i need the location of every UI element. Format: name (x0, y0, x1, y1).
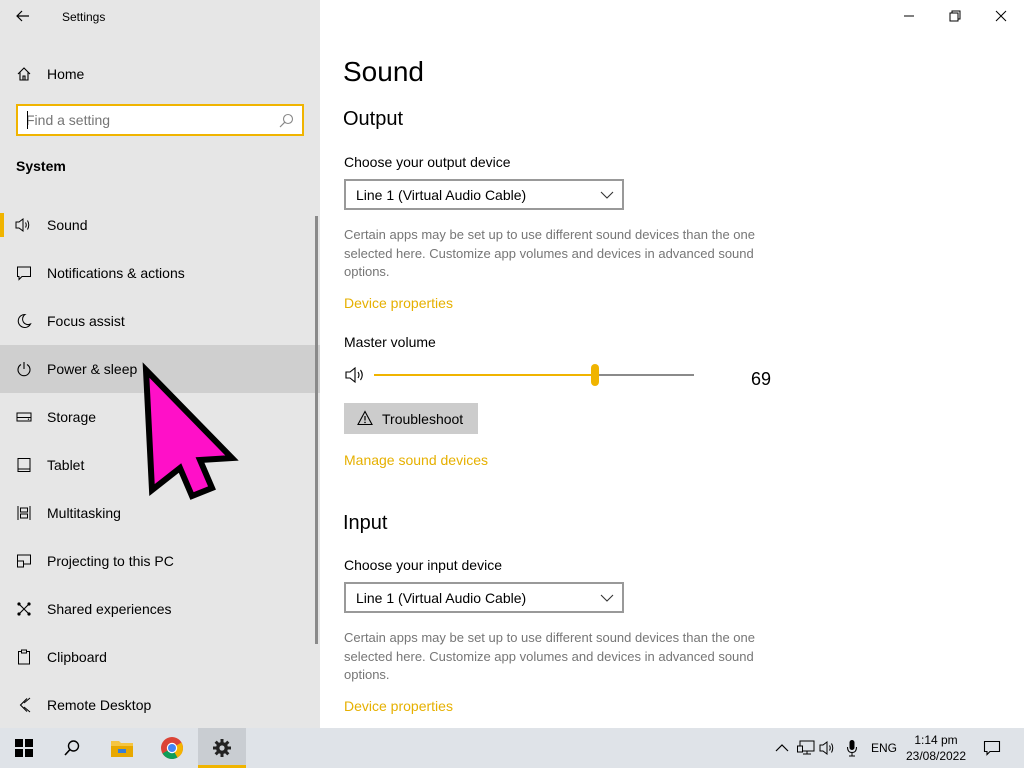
clock-time: 1:14 pm (914, 733, 958, 747)
speaker-icon (14, 215, 34, 235)
sidebar-item-label: Clipboard (47, 649, 107, 665)
gear-icon (213, 739, 231, 757)
section-title: System (16, 158, 66, 174)
sidebar-item-focus-assist[interactable]: Focus assist (0, 297, 320, 345)
folder-icon (111, 741, 133, 757)
sidebar-item-sound[interactable]: Sound (0, 201, 320, 249)
sidebar-item-remote-desktop[interactable]: Remote Desktop (0, 681, 320, 729)
input-device-label: Choose your input device (344, 557, 502, 573)
output-heading: Output (343, 108, 404, 130)
master-volume-label: Master volume (344, 334, 436, 350)
chrome-icon (161, 737, 183, 759)
sidebar-item-notifications[interactable]: Notifications & actions (0, 249, 320, 297)
chevron-down-icon (600, 191, 614, 199)
output-device-value: Line 1 (Virtual Audio Cable) (356, 187, 527, 203)
manage-sound-devices-link[interactable]: Manage sound devices (344, 452, 488, 468)
sidebar-item-label: Tablet (47, 457, 85, 473)
page-title: Sound (343, 56, 424, 87)
minimize-button[interactable] (886, 0, 932, 32)
windows-logo-icon (15, 739, 33, 757)
search-box[interactable] (16, 104, 304, 136)
sidebar-item-label: Notifications & actions (47, 265, 185, 281)
output-device-properties-link[interactable]: Device properties (344, 295, 453, 311)
chevron-up-icon[interactable] (772, 738, 792, 758)
remote-desktop-icon (14, 695, 34, 715)
clock[interactable]: 1:14 pm 23/08/2022 (896, 732, 976, 764)
troubleshoot-label: Troubleshoot (382, 411, 464, 427)
input-device-properties-link[interactable]: Device properties (344, 698, 453, 714)
input-description: Certain apps may be set up to use differ… (344, 630, 755, 682)
action-center-icon[interactable] (982, 738, 1002, 758)
multitasking-icon (14, 503, 34, 523)
volume-track-fill (374, 374, 595, 376)
sidebar-item-shared-experiences[interactable]: Shared experiences (0, 585, 320, 633)
notification-icon (14, 263, 34, 283)
search-icon (64, 740, 80, 756)
output-device-dropdown[interactable]: Line 1 (Virtual Audio Cable) (344, 179, 624, 210)
text-caret (27, 111, 28, 129)
projecting-icon (14, 551, 34, 571)
restore-button[interactable] (932, 0, 978, 32)
start-button[interactable] (0, 728, 48, 768)
back-button[interactable] (8, 3, 38, 29)
sidebar-item-projecting[interactable]: Projecting to this PC (0, 537, 320, 585)
search-input[interactable] (26, 111, 266, 129)
sidebar-item-label: Multitasking (47, 505, 121, 521)
tablet-icon (14, 455, 34, 475)
input-heading: Input (343, 512, 388, 534)
title-bar: Settings (0, 0, 320, 34)
volume-track-rest (595, 374, 694, 376)
close-icon (995, 10, 1007, 22)
taskbar-chrome[interactable] (148, 728, 196, 768)
selection-indicator (0, 213, 4, 237)
sidebar-item-label: Storage (47, 409, 97, 425)
input-device-value: Line 1 (Virtual Audio Cable) (356, 590, 527, 606)
moon-icon (14, 311, 34, 331)
taskbar-search-button[interactable] (48, 728, 96, 768)
microphone-icon[interactable] (842, 738, 862, 758)
sidebar-item-label: Shared experiences (47, 601, 172, 617)
output-device-label: Choose your output device (344, 154, 511, 170)
volume-icon[interactable] (818, 738, 838, 758)
taskbar-settings[interactable] (198, 728, 246, 768)
restore-icon (949, 10, 961, 22)
sidebar-item-clipboard[interactable]: Clipboard (0, 633, 320, 681)
taskbar: ENG 1:14 pm 23/08/2022 (0, 728, 1024, 768)
volume-slider-thumb[interactable] (591, 364, 599, 386)
taskbar-file-explorer[interactable] (98, 728, 146, 768)
master-volume-slider[interactable] (374, 364, 694, 386)
warning-icon (357, 410, 373, 426)
chevron-down-icon (600, 594, 614, 602)
sidebar-item-label: Sound (47, 217, 88, 233)
language-indicator[interactable]: ENG (871, 741, 897, 755)
clipboard-icon (14, 647, 34, 667)
input-device-dropdown[interactable]: Line 1 (Virtual Audio Cable) (344, 582, 624, 613)
power-icon (14, 359, 34, 379)
sidebar-item-label: Power & sleep (47, 361, 138, 377)
sidebar-item-label: Projecting to this PC (47, 553, 174, 569)
shared-icon (14, 599, 34, 619)
back-arrow-icon (16, 10, 29, 22)
close-button[interactable] (978, 0, 1024, 32)
clock-date: 23/08/2022 (905, 749, 967, 763)
sidebar-item-label: Remote Desktop (47, 697, 152, 713)
nav-home[interactable]: Home (0, 56, 320, 92)
network-icon[interactable] (796, 738, 816, 758)
main-content: Sound Output Choose your output device L… (320, 0, 1024, 728)
speaker-icon[interactable] (344, 365, 368, 385)
volume-value: 69 (751, 369, 772, 389)
minimize-icon (904, 15, 914, 17)
storage-icon (14, 407, 34, 427)
sidebar-item-label: Focus assist (47, 313, 125, 329)
mouse-pointer-icon (142, 362, 239, 500)
sidebar-scrollbar[interactable] (315, 216, 318, 644)
output-description: Certain apps may be set up to use differ… (344, 227, 755, 279)
search-icon[interactable] (278, 113, 294, 129)
home-icon (14, 64, 34, 84)
home-label: Home (47, 66, 85, 82)
app-title: Settings (62, 10, 106, 24)
troubleshoot-button[interactable]: Troubleshoot (344, 403, 478, 434)
